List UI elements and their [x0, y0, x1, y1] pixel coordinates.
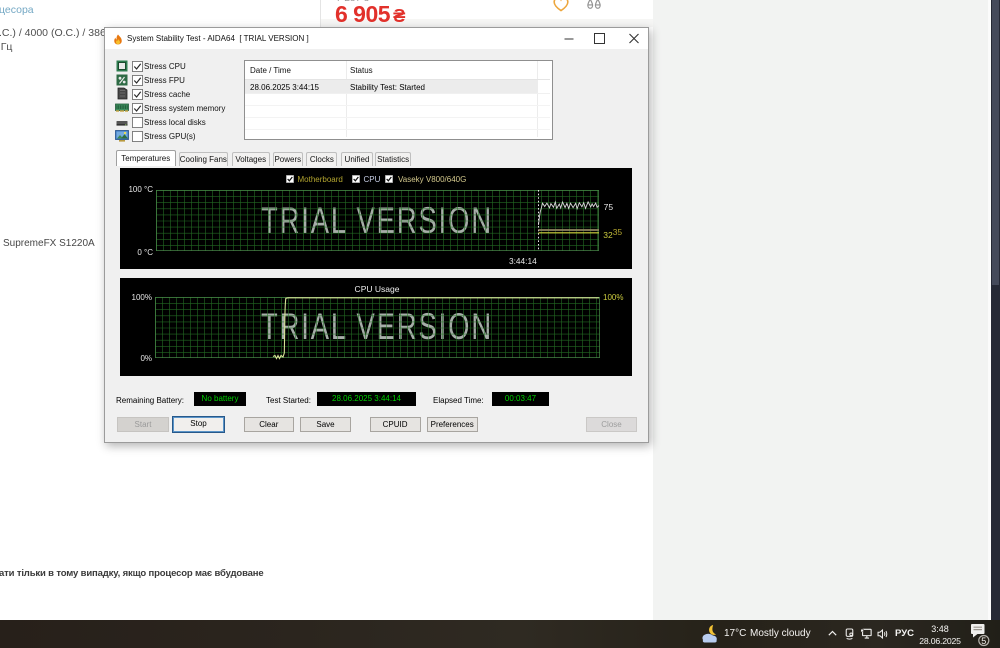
svg-text:5: 5 — [981, 636, 986, 646]
